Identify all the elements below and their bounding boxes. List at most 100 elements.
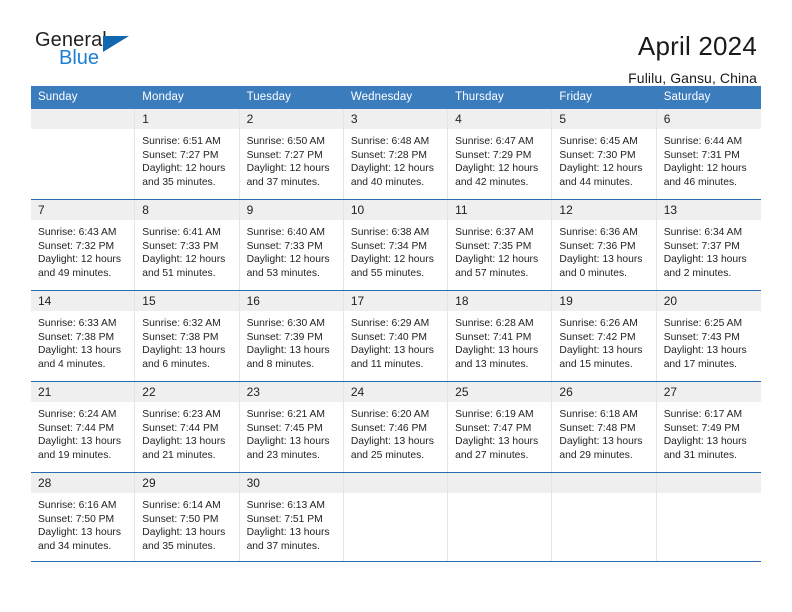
daylight-text-line1: Daylight: 12 hours — [38, 254, 121, 266]
daylight-text-line1: Daylight: 13 hours — [246, 345, 330, 357]
day-cell[interactable]: 13 Sunrise: 6:34 AM Sunset: 7:37 PM Dayl… — [656, 200, 761, 290]
day-cell[interactable]: 15 Sunrise: 6:32 AM Sunset: 7:38 PM Dayl… — [135, 291, 240, 381]
sunrise-text: Sunrise: 6:40 AM — [246, 227, 325, 238]
sunrise-text: Sunrise: 6:41 AM — [142, 227, 221, 238]
day-cell[interactable] — [31, 109, 136, 199]
daylight-text-line2: and 35 minutes. — [142, 176, 216, 188]
day-number: 12 — [552, 200, 656, 220]
daylight-text-line1: Daylight: 13 hours — [663, 254, 747, 266]
day-cell[interactable]: 29 Sunrise: 6:14 AM Sunset: 7:50 PM Dayl… — [135, 473, 240, 561]
day-cell[interactable]: 3 Sunrise: 6:48 AM Sunset: 7:28 PM Dayli… — [343, 109, 449, 199]
sunset-text: Sunset: 7:45 PM — [246, 422, 323, 434]
week-row: 14 Sunrise: 6:33 AM Sunset: 7:38 PM Dayl… — [31, 291, 761, 382]
day-details: Sunrise: 6:37 AM Sunset: 7:35 PM Dayligh… — [448, 220, 551, 280]
day-details: Sunrise: 6:44 AM Sunset: 7:31 PM Dayligh… — [657, 129, 761, 189]
daylight-text-line1: Daylight: 12 hours — [246, 163, 330, 175]
day-details: Sunrise: 6:51 AM Sunset: 7:27 PM Dayligh… — [135, 129, 238, 189]
sunset-text: Sunset: 7:49 PM — [663, 422, 740, 434]
day-cell[interactable] — [656, 473, 761, 561]
sunrise-text: Sunrise: 6:16 AM — [38, 500, 117, 511]
day-cell[interactable]: 23 Sunrise: 6:21 AM Sunset: 7:45 PM Dayl… — [239, 382, 344, 472]
day-cell[interactable] — [343, 473, 449, 561]
day-details: Sunrise: 6:26 AM Sunset: 7:42 PM Dayligh… — [552, 311, 655, 371]
sunrise-text: Sunrise: 6:30 AM — [246, 318, 325, 329]
daylight-text-line1: Daylight: 13 hours — [142, 436, 226, 448]
daylight-text-line2: and 25 minutes. — [350, 449, 425, 461]
day-cell[interactable]: 11 Sunrise: 6:37 AM Sunset: 7:35 PM Dayl… — [448, 200, 553, 290]
day-cell[interactable]: 16 Sunrise: 6:30 AM Sunset: 7:39 PM Dayl… — [239, 291, 344, 381]
weekday-header-tuesday: Tuesday — [246, 91, 291, 103]
day-cell[interactable]: 21 Sunrise: 6:24 AM Sunset: 7:44 PM Dayl… — [31, 382, 136, 472]
day-cell[interactable]: 8 Sunrise: 6:41 AM Sunset: 7:33 PM Dayli… — [135, 200, 240, 290]
day-cell[interactable]: 12 Sunrise: 6:36 AM Sunset: 7:36 PM Dayl… — [552, 200, 657, 290]
day-cell[interactable]: 6 Sunrise: 6:44 AM Sunset: 7:31 PM Dayli… — [656, 109, 761, 199]
daylight-text-line1: Daylight: 13 hours — [559, 436, 643, 448]
day-cell[interactable] — [552, 473, 657, 561]
week-row: 21 Sunrise: 6:24 AM Sunset: 7:44 PM Dayl… — [31, 382, 761, 473]
daylight-text-line2: and 51 minutes. — [142, 267, 216, 279]
daylight-text-line2: and 23 minutes. — [246, 449, 320, 461]
day-cell[interactable]: 18 Sunrise: 6:28 AM Sunset: 7:41 PM Dayl… — [448, 291, 553, 381]
day-cell[interactable]: 17 Sunrise: 6:29 AM Sunset: 7:40 PM Dayl… — [343, 291, 449, 381]
general-blue-logo[interactable]: General Blue — [35, 30, 155, 78]
day-cell[interactable]: 1 Sunrise: 6:51 AM Sunset: 7:27 PM Dayli… — [135, 109, 240, 199]
day-number: 29 — [135, 473, 239, 493]
sunset-text: Sunset: 7:41 PM — [455, 331, 532, 343]
day-cell[interactable]: 25 Sunrise: 6:19 AM Sunset: 7:47 PM Dayl… — [448, 382, 553, 472]
day-number: 25 — [448, 382, 552, 402]
day-cell[interactable]: 24 Sunrise: 6:20 AM Sunset: 7:46 PM Dayl… — [343, 382, 449, 472]
sunrise-text: Sunrise: 6:37 AM — [455, 227, 534, 238]
day-number: 10 — [343, 200, 448, 220]
daylight-text-line1: Daylight: 12 hours — [455, 163, 539, 175]
daylight-text-line1: Daylight: 13 hours — [246, 436, 330, 448]
day-cell[interactable]: 27 Sunrise: 6:17 AM Sunset: 7:49 PM Dayl… — [656, 382, 761, 472]
sunrise-text: Sunrise: 6:28 AM — [455, 318, 534, 329]
daylight-text-line2: and 17 minutes. — [663, 358, 737, 370]
weekday-header-sunday: Sunday — [38, 91, 78, 103]
day-details: Sunrise: 6:47 AM Sunset: 7:29 PM Dayligh… — [448, 129, 551, 189]
sunset-text: Sunset: 7:33 PM — [246, 240, 323, 252]
daylight-text-line2: and 29 minutes. — [559, 449, 633, 461]
day-cell[interactable] — [448, 473, 553, 561]
sunset-text: Sunset: 7:43 PM — [663, 331, 740, 343]
day-cell[interactable]: 4 Sunrise: 6:47 AM Sunset: 7:29 PM Dayli… — [448, 109, 553, 199]
day-cell[interactable]: 30 Sunrise: 6:13 AM Sunset: 7:51 PM Dayl… — [239, 473, 344, 561]
day-cell[interactable]: 19 Sunrise: 6:26 AM Sunset: 7:42 PM Dayl… — [552, 291, 657, 381]
day-cell[interactable]: 9 Sunrise: 6:40 AM Sunset: 7:33 PM Dayli… — [239, 200, 344, 290]
day-details: Sunrise: 6:16 AM Sunset: 7:50 PM Dayligh… — [31, 493, 134, 553]
daylight-text-line2: and 49 minutes. — [38, 267, 112, 279]
day-details: Sunrise: 6:13 AM Sunset: 7:51 PM Dayligh… — [240, 493, 343, 553]
day-cell[interactable]: 10 Sunrise: 6:38 AM Sunset: 7:34 PM Dayl… — [343, 200, 449, 290]
page-title: April 2024 — [637, 31, 757, 61]
weekday-header-row: Sunday Monday Tuesday Wednesday Thursday… — [31, 86, 761, 109]
day-number: 1 — [135, 109, 239, 129]
sunrise-text: Sunrise: 6:23 AM — [142, 409, 221, 420]
day-details: Sunrise: 6:50 AM Sunset: 7:27 PM Dayligh… — [240, 129, 343, 189]
daylight-text-line2: and 13 minutes. — [455, 358, 529, 370]
sunset-text: Sunset: 7:50 PM — [38, 513, 115, 525]
sunrise-text: Sunrise: 6:50 AM — [246, 136, 325, 147]
day-cell[interactable]: 28 Sunrise: 6:16 AM Sunset: 7:50 PM Dayl… — [31, 473, 136, 561]
daylight-text-line1: Daylight: 13 hours — [38, 436, 121, 448]
day-details: Sunrise: 6:18 AM Sunset: 7:48 PM Dayligh… — [552, 402, 655, 462]
day-cell[interactable]: 22 Sunrise: 6:23 AM Sunset: 7:44 PM Dayl… — [135, 382, 240, 472]
day-cell[interactable]: 14 Sunrise: 6:33 AM Sunset: 7:38 PM Dayl… — [31, 291, 136, 381]
day-cell[interactable]: 2 Sunrise: 6:50 AM Sunset: 7:27 PM Dayli… — [239, 109, 344, 199]
day-details: Sunrise: 6:14 AM Sunset: 7:50 PM Dayligh… — [135, 493, 238, 553]
day-details: Sunrise: 6:33 AM Sunset: 7:38 PM Dayligh… — [31, 311, 134, 371]
daylight-text-line2: and 27 minutes. — [455, 449, 529, 461]
calendar-grid: Sunday Monday Tuesday Wednesday Thursday… — [31, 86, 761, 562]
daylight-text-line1: Daylight: 13 hours — [455, 345, 539, 357]
daylight-text-line1: Daylight: 13 hours — [246, 527, 330, 539]
day-cell[interactable]: 26 Sunrise: 6:18 AM Sunset: 7:48 PM Dayl… — [552, 382, 657, 472]
day-cell[interactable]: 20 Sunrise: 6:25 AM Sunset: 7:43 PM Dayl… — [656, 291, 761, 381]
day-cell[interactable]: 5 Sunrise: 6:45 AM Sunset: 7:30 PM Dayli… — [552, 109, 657, 199]
day-details: Sunrise: 6:19 AM Sunset: 7:47 PM Dayligh… — [448, 402, 551, 462]
daylight-text-line2: and 21 minutes. — [142, 449, 216, 461]
day-number: 5 — [552, 109, 656, 129]
sunrise-text: Sunrise: 6:13 AM — [246, 500, 325, 511]
daylight-text-line1: Daylight: 13 hours — [559, 345, 643, 357]
day-details: Sunrise: 6:43 AM Sunset: 7:32 PM Dayligh… — [31, 220, 134, 280]
sunset-text: Sunset: 7:36 PM — [559, 240, 636, 252]
day-cell[interactable]: 7 Sunrise: 6:43 AM Sunset: 7:32 PM Dayli… — [31, 200, 136, 290]
